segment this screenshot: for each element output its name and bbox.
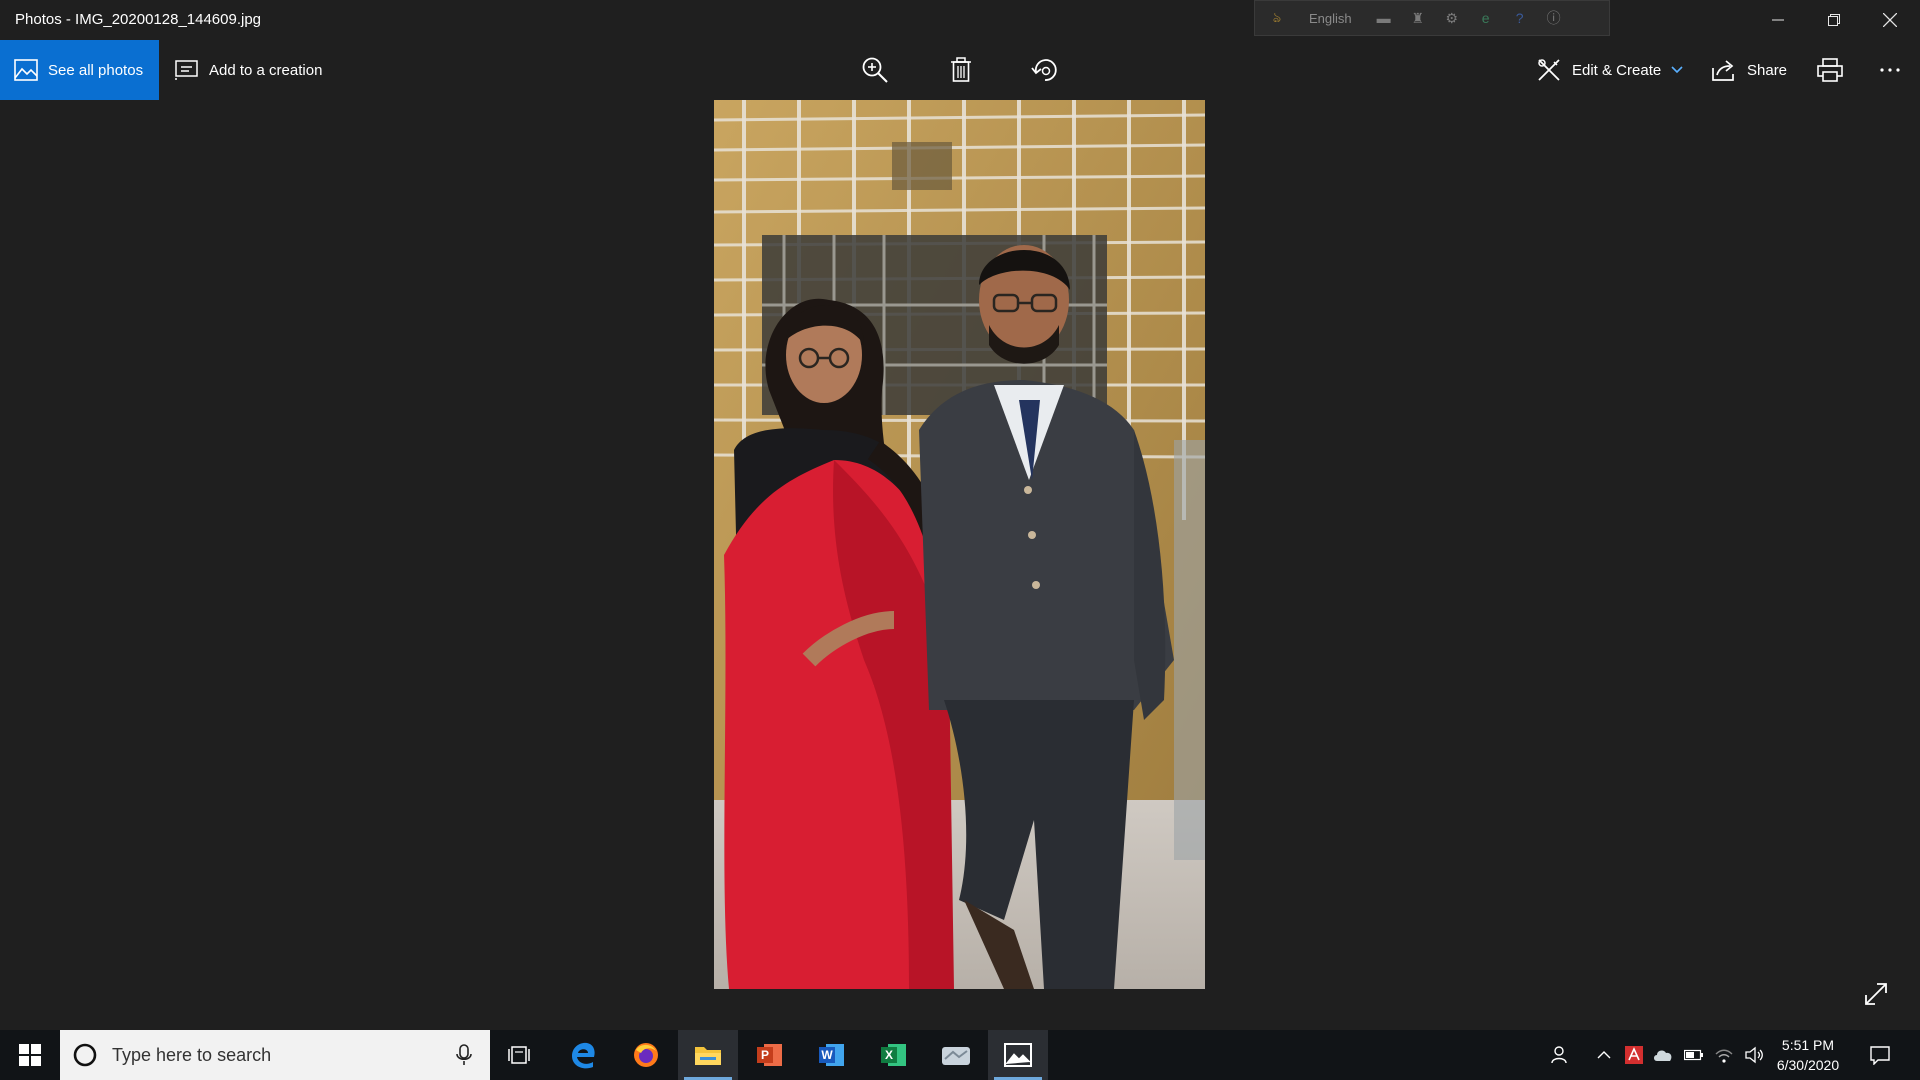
print-button[interactable] <box>1817 40 1843 100</box>
task-view-button[interactable] <box>490 1030 550 1080</box>
tray-volume[interactable] <box>1742 1030 1766 1080</box>
more-options-button[interactable] <box>1878 40 1902 100</box>
title-bar: Photos - IMG_20200128_144609.jpg ঌ Engli… <box>0 0 1920 40</box>
keyboard-icon[interactable]: ▬ <box>1374 8 1394 28</box>
clock-time: 5:51 PM <box>1781 1037 1835 1053</box>
people-button[interactable] <box>1544 1030 1574 1080</box>
share-label: Share <box>1747 61 1788 79</box>
rotate-icon <box>1031 59 1057 81</box>
restore-button[interactable] <box>1806 0 1862 40</box>
close-icon <box>1883 13 1897 27</box>
taskbar-excel[interactable]: X <box>864 1030 924 1080</box>
action-center-button[interactable] <box>1862 1030 1898 1080</box>
more-icon <box>1880 68 1900 72</box>
taskbar-powerpoint[interactable]: P <box>740 1030 800 1080</box>
add-to-creation-button[interactable]: Add to a creation <box>173 40 322 100</box>
cortana-icon <box>73 1043 97 1067</box>
powerpoint-icon: P <box>757 1044 782 1066</box>
task-view-icon <box>508 1046 530 1064</box>
chevron-up-icon <box>1597 1051 1611 1059</box>
ime-logo-icon[interactable]: ঌ <box>1267 8 1287 28</box>
restore-icon <box>1828 14 1840 26</box>
show-hidden-icons-button[interactable] <box>1592 1030 1616 1080</box>
zoom-button[interactable] <box>860 40 890 100</box>
help-icon[interactable]: ? <box>1510 8 1530 28</box>
word-icon: W <box>819 1044 844 1066</box>
ime-language-label[interactable]: English <box>1309 11 1352 26</box>
ime-language-bar[interactable]: ঌ English ▬ ♜ ⚙ e ? ⓘ <box>1254 0 1610 36</box>
tray-onedrive[interactable] <box>1650 1030 1676 1080</box>
trash-icon <box>951 57 971 82</box>
tray-acrobat[interactable] <box>1622 1030 1646 1080</box>
battery-icon <box>1684 1049 1703 1061</box>
taskbar-photos[interactable] <box>988 1030 1048 1080</box>
share-button[interactable]: Share <box>1711 40 1787 100</box>
minimize-button[interactable] <box>1750 0 1806 40</box>
start-button[interactable] <box>0 1030 60 1080</box>
clock-date: 6/30/2020 <box>1776 1057 1840 1073</box>
add-to-creation-label: Add to a creation <box>209 61 323 79</box>
taskbar-firefox[interactable] <box>616 1030 676 1080</box>
svg-text:X: X <box>885 1048 893 1062</box>
speaker-icon <box>1745 1046 1763 1064</box>
minimize-icon <box>1772 19 1784 21</box>
window-title: Photos - IMG_20200128_144609.jpg <box>15 11 262 28</box>
edit-create-icon <box>1538 59 1560 81</box>
fullscreen-button[interactable] <box>1858 976 1894 1012</box>
generic-app-icon <box>942 1047 970 1065</box>
chevron-down-icon <box>1671 66 1683 74</box>
tray-battery[interactable] <box>1682 1030 1706 1080</box>
taskbar-edge[interactable] <box>554 1030 614 1080</box>
ie-icon[interactable]: e <box>1476 8 1496 28</box>
taskbar-app[interactable] <box>926 1030 986 1080</box>
taskbar-word[interactable]: W <box>802 1030 862 1080</box>
search-input[interactable] <box>110 1043 434 1067</box>
brush-icon[interactable]: ♜ <box>1408 8 1428 28</box>
edit-create-label: Edit & Create <box>1572 61 1662 79</box>
see-all-photos-label: See all photos <box>48 61 144 79</box>
notification-icon <box>1870 1046 1890 1065</box>
taskbar-clock[interactable]: 5:51 PM 6/30/2020 <box>1770 1035 1846 1075</box>
folder-icon <box>695 1047 721 1065</box>
people-icon <box>1551 1046 1567 1064</box>
wifi-icon <box>1715 1049 1733 1063</box>
excel-icon: X <box>881 1044 906 1066</box>
settings-icon[interactable]: ⚙ <box>1442 8 1462 28</box>
print-icon <box>1817 58 1843 82</box>
photo-gallery-icon <box>14 59 38 81</box>
acrobat-icon <box>1625 1046 1643 1064</box>
taskbar: P W X <box>0 1030 1920 1080</box>
photos-toolbar: See all photos Add to a creation Edit & … <box>0 40 1920 100</box>
svg-text:P: P <box>761 1048 769 1062</box>
firefox-icon <box>634 1043 658 1067</box>
taskbar-file-explorer[interactable] <box>678 1030 738 1080</box>
expand-icon <box>1865 983 1887 1005</box>
taskbar-search-box[interactable] <box>60 1030 490 1080</box>
windows-logo-icon <box>19 1044 41 1066</box>
edge-browser-icon <box>572 1042 595 1069</box>
delete-button[interactable] <box>946 40 976 100</box>
photo-viewer-image[interactable] <box>714 100 1205 989</box>
info-icon[interactable]: ⓘ <box>1544 8 1564 28</box>
share-icon <box>1712 60 1734 81</box>
edit-create-button[interactable]: Edit & Create <box>1536 40 1683 100</box>
svg-text:W: W <box>821 1048 833 1062</box>
tray-network[interactable] <box>1712 1030 1736 1080</box>
microphone-icon[interactable] <box>456 1044 472 1066</box>
see-all-photos-button[interactable]: See all photos <box>0 40 159 100</box>
zoom-in-icon <box>862 57 888 83</box>
rotate-button[interactable] <box>1030 40 1060 100</box>
close-button[interactable] <box>1862 0 1918 40</box>
photo-content <box>714 100 1205 989</box>
photos-app-icon <box>1004 1043 1032 1067</box>
cloud-icon <box>1654 1050 1672 1061</box>
add-to-creation-icon <box>175 60 198 80</box>
